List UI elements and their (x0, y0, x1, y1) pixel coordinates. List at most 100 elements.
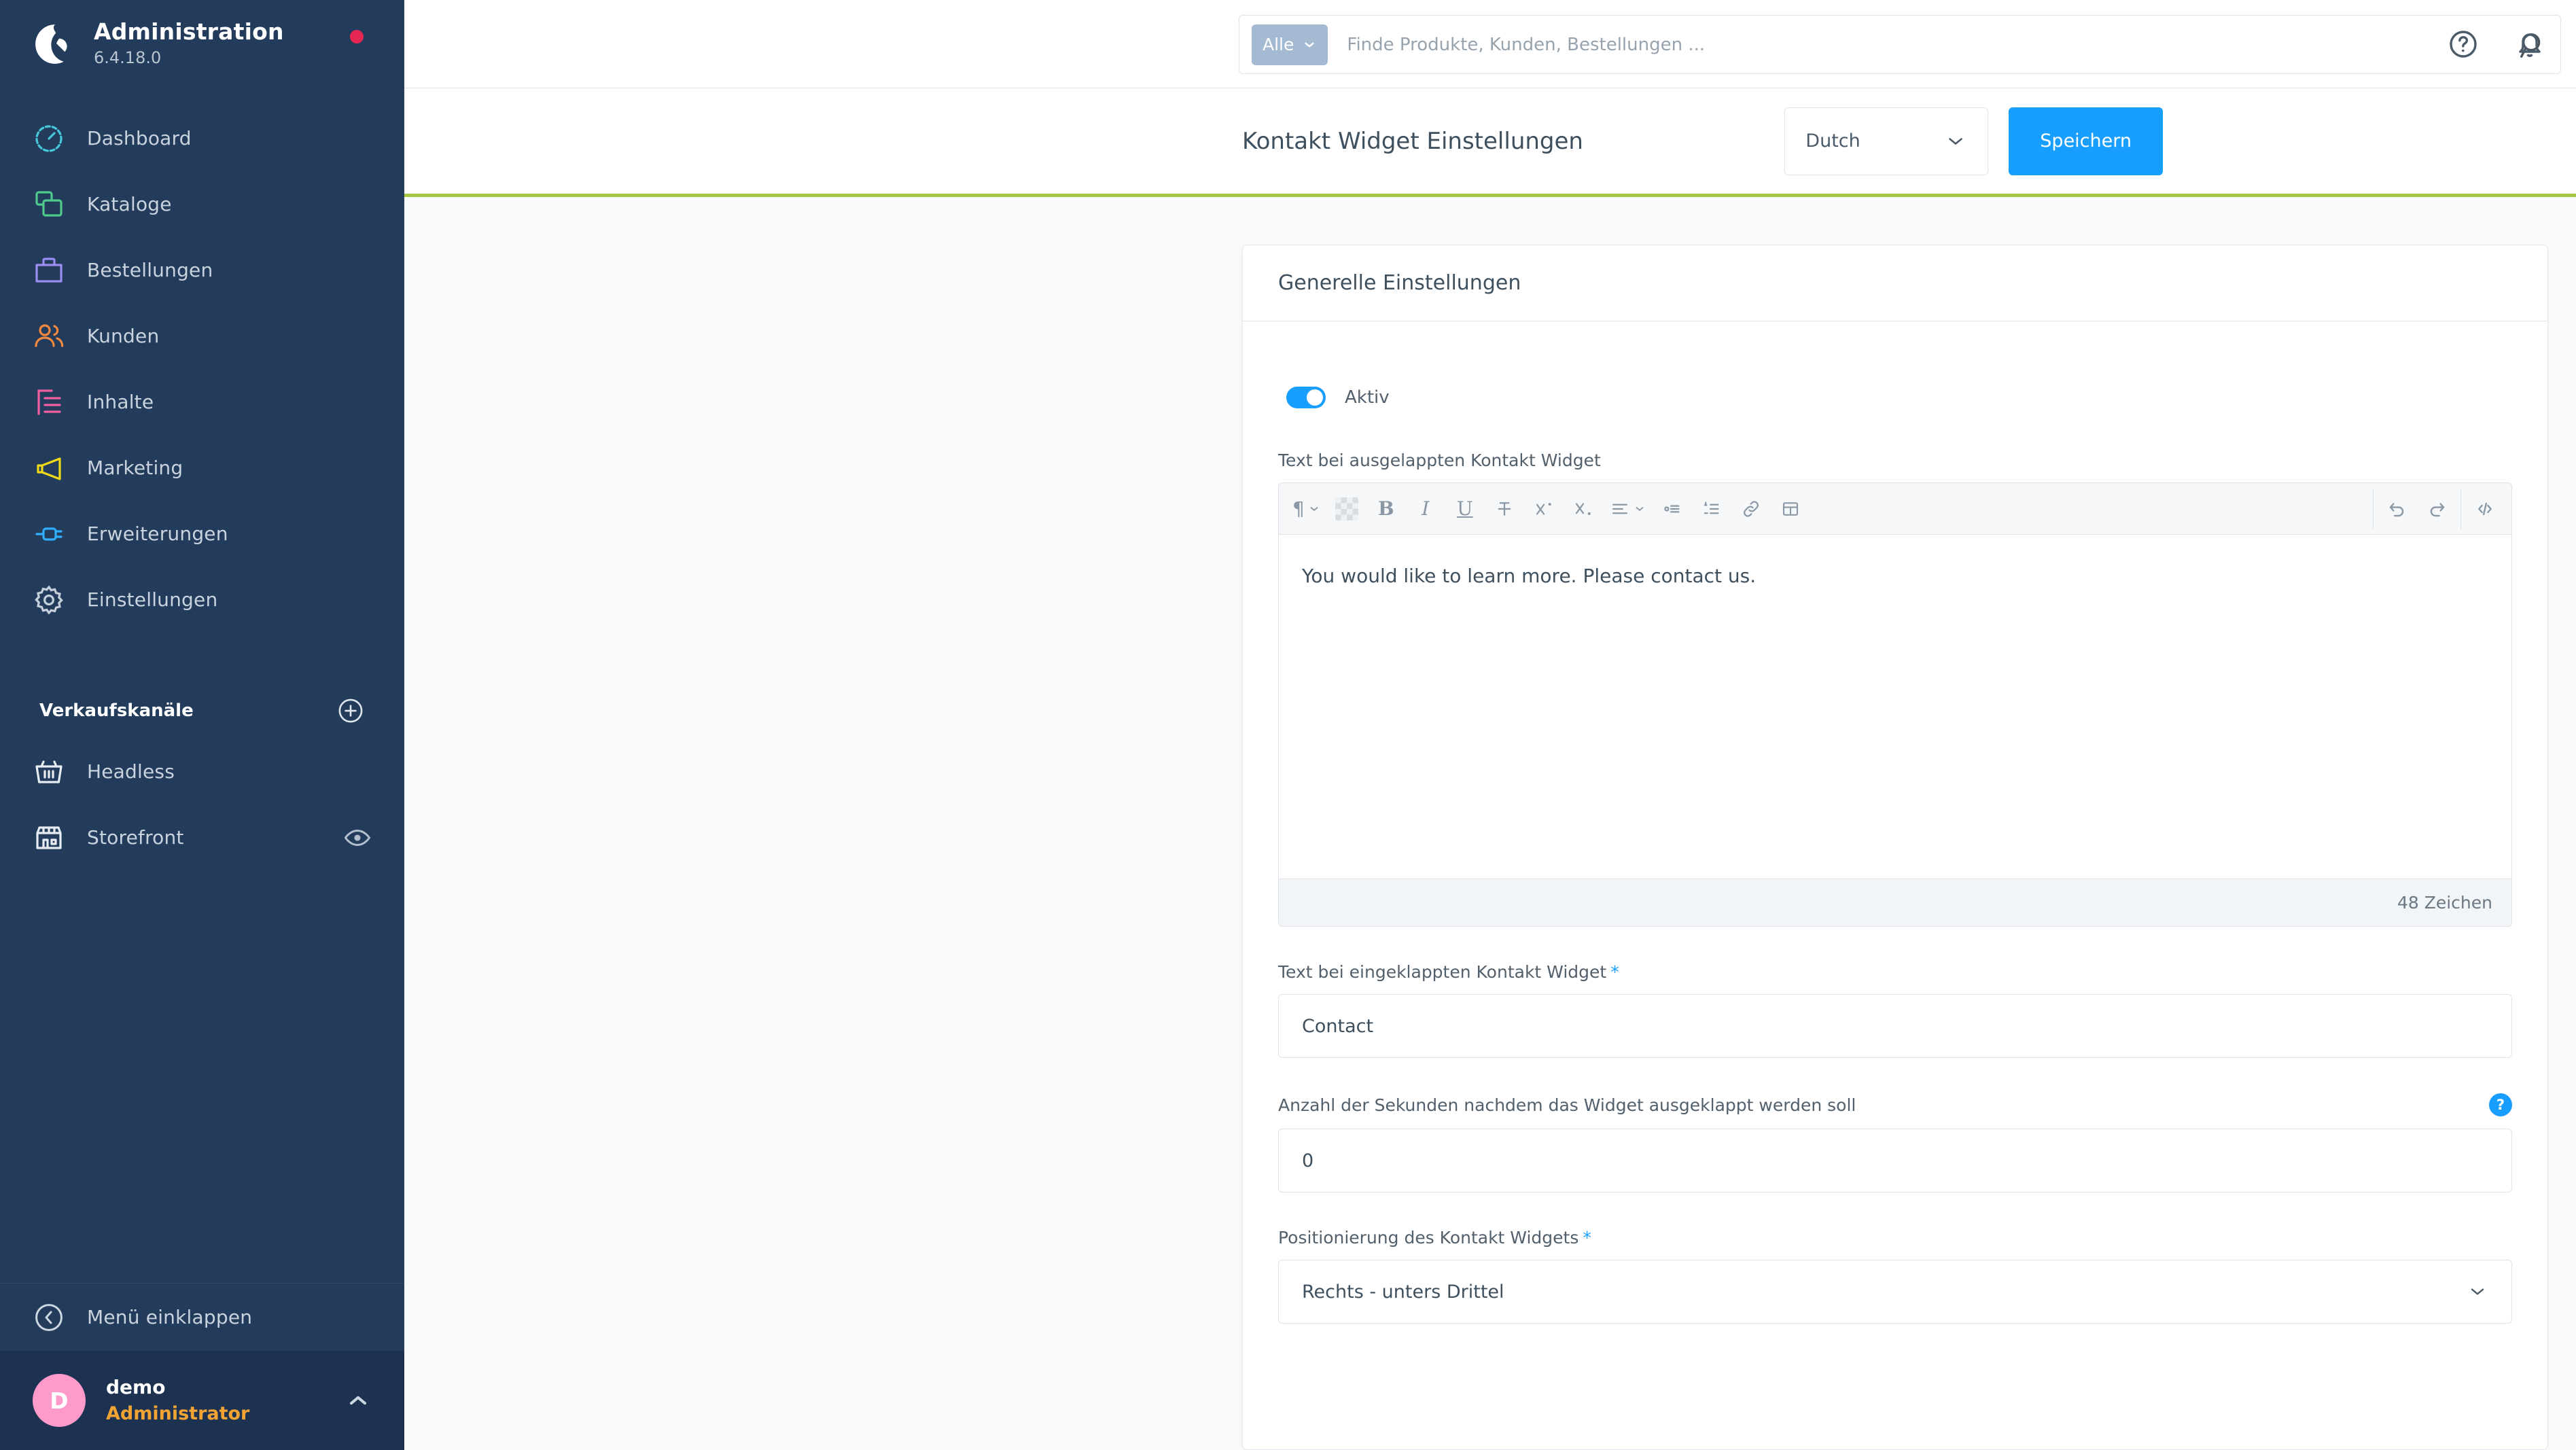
main-area: Alle Finde Produkte, Kunden, Bestellunge… (404, 0, 2576, 1450)
sidebar-brand[interactable]: Administration 6.4.18.0 (0, 0, 404, 88)
chevron-left-circle-icon (33, 1301, 65, 1334)
sales-channels-section-header: Verkaufskanäle (0, 672, 404, 739)
language-select-value: Dutch (1805, 130, 1860, 152)
chevron-down-icon (1310, 506, 1318, 511)
update-indicator-dot (350, 30, 364, 43)
position-select[interactable]: Rechts - unters Drittel (1278, 1260, 2512, 1324)
shopware-logo-icon (33, 22, 77, 67)
sidebar-item-marketing[interactable]: Marketing (0, 435, 404, 501)
seconds-field: Anzahl der Sekunden nachdem das Widget a… (1278, 1093, 2512, 1192)
strikethrough-icon[interactable] (1485, 489, 1524, 529)
sidebar-item-bestellungen[interactable]: Bestellungen (0, 237, 404, 303)
position-label-text: Positionierung des Kontakt Widgets (1278, 1228, 1579, 1248)
search-scope-dropdown[interactable]: Alle (1252, 24, 1328, 65)
user-role: Administrator (106, 1402, 250, 1424)
sidebar-brand-text: Administration 6.4.18.0 (94, 18, 284, 69)
sidebar-item-kunden[interactable]: Kunden (0, 303, 404, 369)
page-header-actions: Dutch Speichern (1784, 107, 2163, 175)
chevron-down-icon (2471, 1288, 2484, 1295)
ordered-list-icon[interactable] (1692, 489, 1731, 529)
bold-icon[interactable]: B (1366, 489, 1406, 529)
avatar: D (33, 1374, 86, 1427)
settings-gear-icon (33, 584, 65, 616)
expanded-text-field: Text bei ausgelappten Kontakt Widget ¶ B… (1278, 450, 2512, 927)
editor-toolbar-right (2369, 488, 2505, 529)
link-icon[interactable] (1731, 489, 1771, 529)
bell-icon[interactable] (2513, 28, 2546, 60)
redo-icon[interactable] (2417, 489, 2456, 529)
sidebar-item-label: Einstellungen (87, 588, 218, 612)
eye-icon[interactable] (343, 824, 372, 852)
chevron-down-icon (1305, 42, 1315, 47)
sidebar-item-label: Kataloge (87, 193, 172, 216)
search-input[interactable] (1328, 34, 2517, 55)
text-align-icon[interactable] (1603, 489, 1653, 529)
sidebar-item-label: Marketing (87, 457, 183, 480)
seconds-label-row: Anzahl der Sekunden nachdem das Widget a… (1278, 1093, 2512, 1116)
sidebar-channel-headless[interactable]: Headless (0, 739, 404, 804)
sidebar-item-einstellungen[interactable]: Einstellungen (0, 567, 404, 633)
chevron-down-icon (1636, 506, 1644, 511)
bullet-list-icon[interactable] (1653, 489, 1692, 529)
language-select[interactable]: Dutch (1784, 107, 1989, 175)
required-marker: * (1583, 1228, 1591, 1248)
editor-content[interactable]: You would like to learn more. Please con… (1279, 535, 2511, 879)
italic-icon[interactable]: I (1406, 489, 1445, 529)
collapsed-text-label: Text bei eingeklappten Kontakt Widget * (1278, 962, 2512, 982)
app-root: Administration 6.4.18.0 Dashboard Katalo… (0, 0, 2576, 1450)
editor-char-count: 48 Zeichen (1279, 879, 2511, 926)
active-toggle[interactable] (1286, 387, 1326, 408)
subscript-icon[interactable] (1564, 489, 1603, 529)
menu-collapse-label: Menü einklappen (87, 1306, 253, 1328)
dashboard-icon (33, 122, 65, 155)
undo-icon[interactable] (2378, 489, 2417, 529)
sidebar-item-label: Kunden (87, 325, 160, 348)
sidebar-channel-storefront[interactable]: Storefront (0, 804, 404, 870)
sidebar-item-inhalte[interactable]: Inhalte (0, 369, 404, 435)
text-color-swatch-icon[interactable] (1327, 489, 1366, 529)
menu-collapse-button[interactable]: Menü einklappen (0, 1283, 404, 1351)
content-scroll-area: Generelle Einstellungen Aktiv Text bei a… (404, 197, 2576, 1450)
user-info: demo Administrator (106, 1375, 345, 1425)
sidebar-item-kataloge[interactable]: Kataloge (0, 171, 404, 237)
help-circle-icon[interactable] (2447, 28, 2480, 60)
source-code-icon[interactable] (2465, 489, 2505, 529)
paragraph-format-icon[interactable]: ¶ (1286, 489, 1327, 529)
topbar: Alle (404, 0, 2576, 88)
user-profile-button[interactable]: D demo Administrator (0, 1351, 404, 1450)
collapsed-text-field: Text bei eingeklappten Kontakt Widget * (1278, 962, 2512, 1058)
sidebar: Administration 6.4.18.0 Dashboard Katalo… (0, 0, 404, 1450)
editor-toolbar-left: ¶ B I U (1286, 489, 1810, 529)
save-button[interactable]: Speichern (2009, 107, 2163, 175)
editor-toolbar: ¶ B I U (1279, 483, 2511, 535)
plus-circle-icon[interactable] (336, 696, 365, 725)
sales-channels-title: Verkaufskanäle (39, 701, 194, 722)
catalog-icon (33, 188, 65, 221)
seconds-input[interactable] (1278, 1129, 2512, 1192)
orders-icon (33, 254, 65, 287)
active-toggle-row: Aktiv (1286, 387, 2512, 408)
help-badge-icon[interactable]: ? (2489, 1093, 2512, 1116)
superscript-icon[interactable] (1524, 489, 1564, 529)
sidebar-channel-label: Headless (87, 760, 175, 783)
customers-icon (33, 320, 65, 353)
sidebar-item-label: Inhalte (87, 391, 154, 414)
required-marker: * (1610, 962, 1619, 982)
position-label: Positionierung des Kontakt Widgets * (1278, 1228, 2512, 1248)
chevron-up-icon[interactable] (345, 1387, 372, 1414)
search-scope-label: Alle (1263, 35, 1294, 54)
sidebar-item-dashboard[interactable]: Dashboard (0, 105, 404, 171)
sidebar-item-erweiterungen[interactable]: Erweiterungen (0, 501, 404, 567)
card-header: Generelle Einstellungen (1243, 245, 2547, 321)
underline-icon[interactable]: U (1445, 489, 1485, 529)
page-header: Kontakt Widget Einstellungen Dutch Speic… (404, 88, 2576, 197)
seconds-label-text: Anzahl der Sekunden nachdem das Widget a… (1278, 1095, 1856, 1115)
extensions-icon (33, 518, 65, 550)
collapsed-text-input[interactable] (1278, 994, 2512, 1058)
general-settings-card: Generelle Einstellungen Aktiv Text bei a… (1242, 245, 2548, 1450)
table-icon[interactable] (1771, 489, 1810, 529)
page-title: Kontakt Widget Einstellungen (1242, 127, 1583, 155)
toolbar-divider (2460, 488, 2461, 529)
global-search-bar[interactable]: Alle (1239, 15, 2561, 74)
